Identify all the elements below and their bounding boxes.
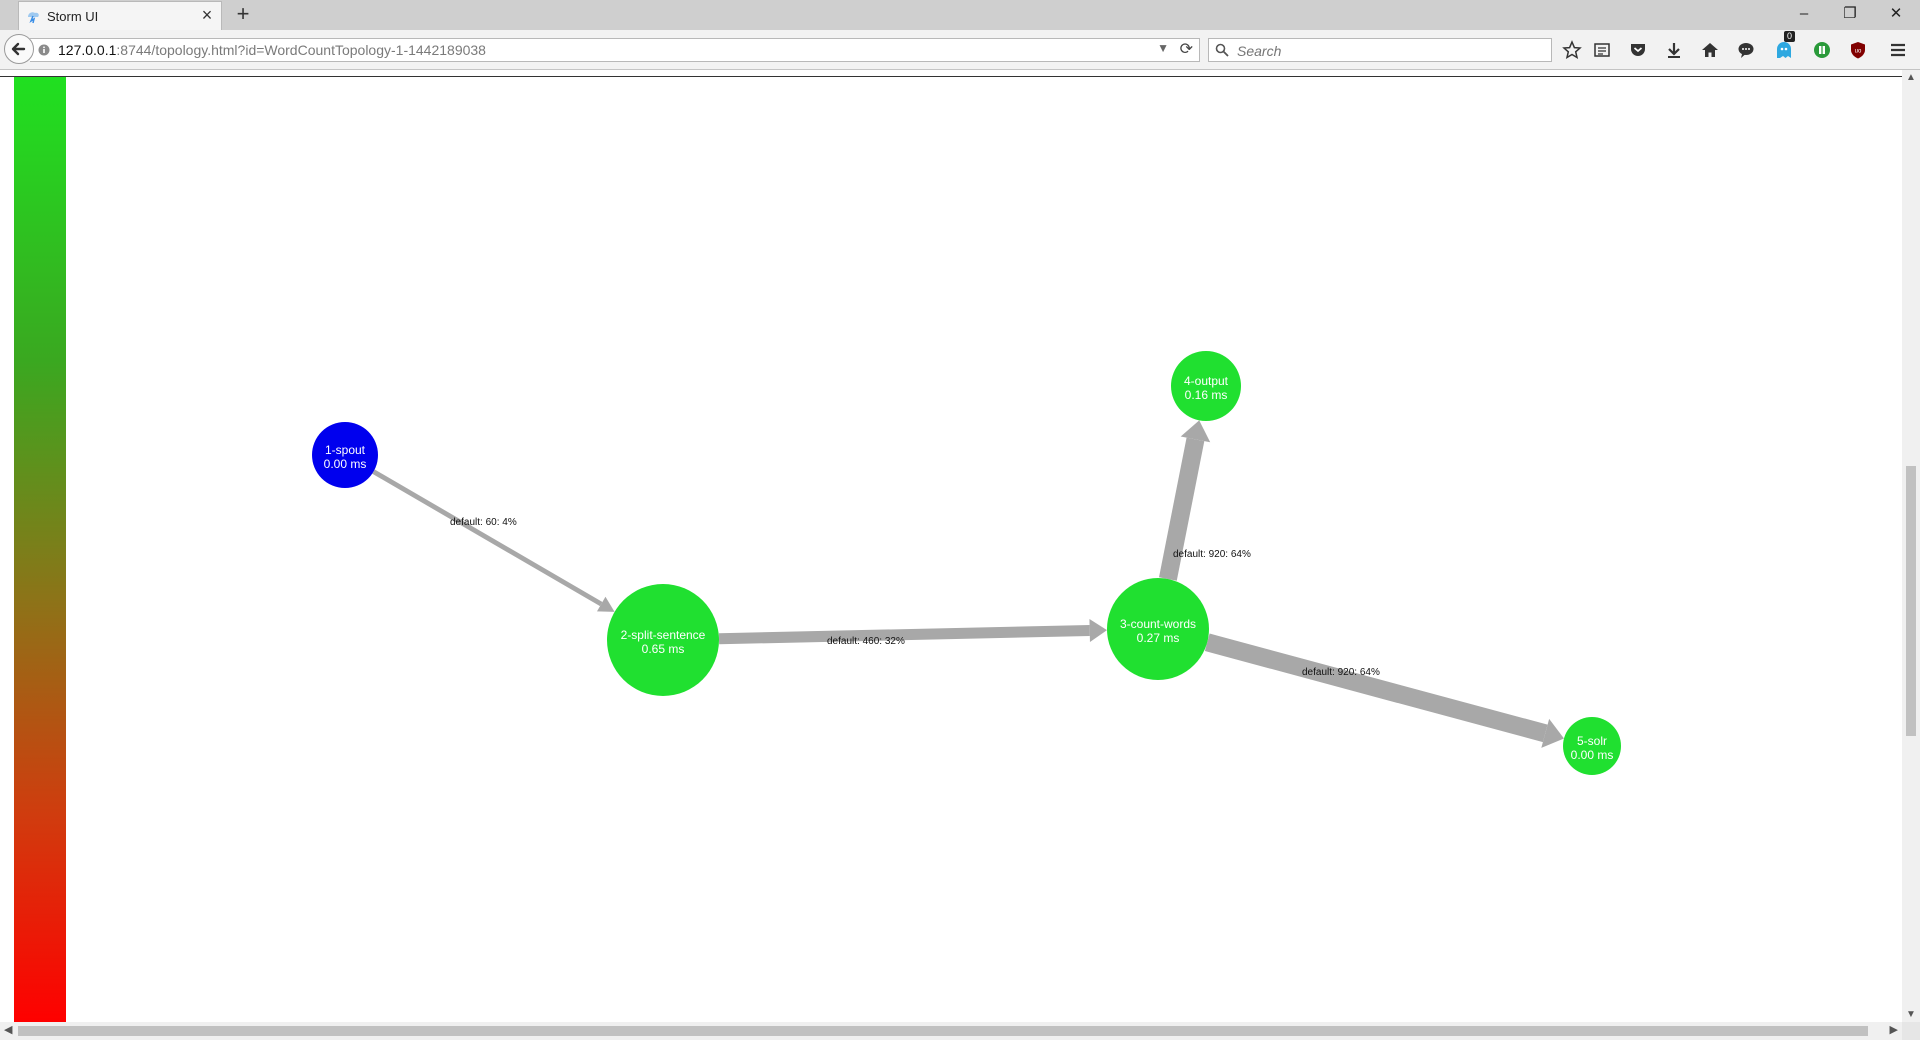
vertical-scroll-thumb[interactable] (1906, 466, 1916, 736)
back-button[interactable] (4, 34, 34, 64)
close-tab-icon[interactable]: × (197, 5, 217, 25)
topology-visualization-area: default: 60: 4% default: 460: 32% default:… (0, 76, 1902, 1023)
search-input[interactable] (1235, 41, 1539, 61)
minimize-icon[interactable]: – (1782, 2, 1826, 26)
ghostery-icon[interactable]: 0 (1774, 31, 1795, 60)
menu-icon[interactable] (1888, 40, 1908, 60)
window-close-icon[interactable]: ✕ (1874, 2, 1918, 26)
tab-title: Storm UI (47, 9, 99, 24)
search-box[interactable] (1208, 38, 1552, 62)
ublock-shield-icon[interactable]: uo (1848, 40, 1868, 60)
pocket-icon[interactable] (1628, 40, 1648, 60)
edge-arrowhead (1089, 619, 1108, 643)
node-latency: 0.65 ms (642, 642, 685, 656)
node-1-spout[interactable]: 1-spout0.00 ms (312, 422, 378, 488)
restore-icon[interactable]: ❐ (1828, 2, 1872, 26)
new-tab-button[interactable]: + (232, 3, 254, 25)
scrollbar-corner (1902, 1022, 1920, 1040)
node-latency: 0.00 ms (1571, 748, 1614, 762)
nodes-layer: 1-spout0.00 ms2-split-sentence0.65 ms3-c… (312, 351, 1621, 775)
home-icon[interactable] (1700, 40, 1720, 60)
node-latency: 0.27 ms (1137, 631, 1180, 645)
scroll-left-arrow-icon[interactable]: ◀ (4, 1023, 12, 1036)
scroll-down-arrow-icon[interactable]: ▼ (1902, 1009, 1920, 1020)
node-label: 5-solr (1577, 734, 1607, 748)
node-3-count-words[interactable]: 3-count-words0.27 ms (1107, 578, 1209, 680)
back-arrow-icon (11, 42, 26, 56)
extension-green-icon[interactable] (1812, 40, 1832, 60)
vertical-scrollbar[interactable]: ▲ ▼ (1902, 70, 1920, 1022)
scroll-up-arrow-icon[interactable]: ▲ (1902, 72, 1920, 83)
tab-bar: Storm UI × + – ❐ ✕ (0, 0, 1920, 30)
url-text: 127.0.0.1:8744/topology.html?id=WordCoun… (58, 42, 486, 58)
node-latency: 0.16 ms (1185, 388, 1228, 402)
edge-label: default: 920: 64% (1173, 549, 1251, 560)
search-icon (1215, 43, 1229, 57)
node-label: 1-spout (325, 443, 366, 457)
node-latency: 0.00 ms (324, 457, 367, 471)
url-bar[interactable]: 127.0.0.1:8744/topology.html?id=WordCoun… (30, 38, 1200, 62)
edge-label: default: 460: 32% (827, 636, 905, 647)
tab-storm-ui[interactable]: Storm UI × (18, 1, 222, 30)
chat-icon[interactable] (1736, 40, 1756, 60)
edge-arrowhead (1180, 420, 1211, 443)
navigation-toolbar: 127.0.0.1:8744/topology.html?id=WordCoun… (0, 30, 1920, 70)
edge-2-split-sentence-to-3-count-words[interactable] (718, 619, 1108, 645)
reload-icon[interactable]: ⟳ (1180, 39, 1193, 59)
svg-text:uo: uo (1855, 49, 1862, 55)
storm-favicon-icon (28, 12, 39, 24)
node-4-output[interactable]: 4-output0.16 ms (1171, 351, 1241, 421)
edge-line[interactable] (1204, 633, 1548, 743)
ghost-icon (1777, 42, 1791, 58)
url-host: 127.0.0.1 (58, 42, 117, 58)
topology-graph[interactable]: default: 60: 4% default: 460: 32% default:… (0, 77, 1902, 1023)
horizontal-scroll-thumb[interactable] (18, 1026, 1868, 1036)
site-info-icon[interactable] (38, 44, 50, 56)
edge-3-count-words-to-5-solr[interactable] (1204, 633, 1564, 748)
node-label: 4-output (1184, 374, 1229, 388)
download-icon[interactable] (1664, 40, 1684, 60)
notification-badge: 0 (1784, 31, 1795, 42)
edges-layer (372, 420, 1564, 748)
edge-1-spout-to-2-split-sentence[interactable] (372, 469, 615, 612)
reading-list-icon[interactable] (1592, 40, 1612, 60)
edge-label: default: 60: 4% (450, 517, 517, 528)
url-dropdown-icon[interactable]: ▼ (1157, 41, 1169, 55)
node-5-solr[interactable]: 5-solr0.00 ms (1563, 717, 1621, 775)
node-label: 3-count-words (1120, 617, 1196, 631)
edge-label: default: 920: 64% (1302, 667, 1380, 678)
node-2-split-sentence[interactable]: 2-split-sentence0.65 ms (607, 584, 719, 696)
url-path: :8744/topology.html?id=WordCountTopology… (116, 42, 486, 58)
bookmark-star-icon[interactable] (1562, 40, 1582, 60)
node-label: 2-split-sentence (621, 628, 706, 642)
scroll-right-arrow-icon[interactable]: ▶ (1890, 1023, 1898, 1036)
edge-line[interactable] (372, 469, 603, 607)
horizontal-scrollbar[interactable]: ◀ ▶ (0, 1022, 1902, 1040)
